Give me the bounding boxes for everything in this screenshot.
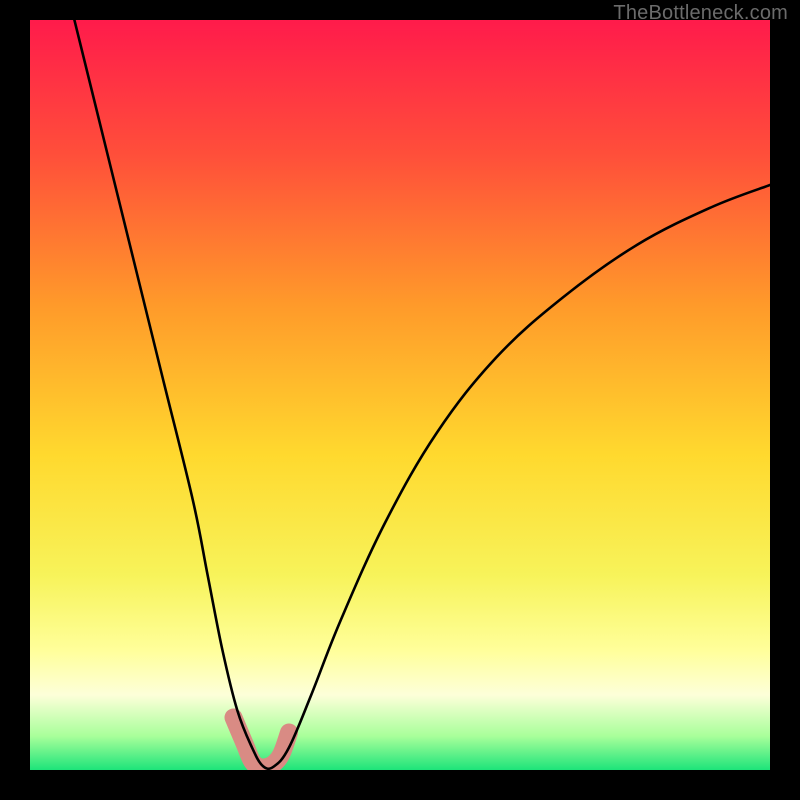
chart-frame [30,20,770,770]
gradient-background [30,20,770,770]
bottleneck-chart [30,20,770,770]
